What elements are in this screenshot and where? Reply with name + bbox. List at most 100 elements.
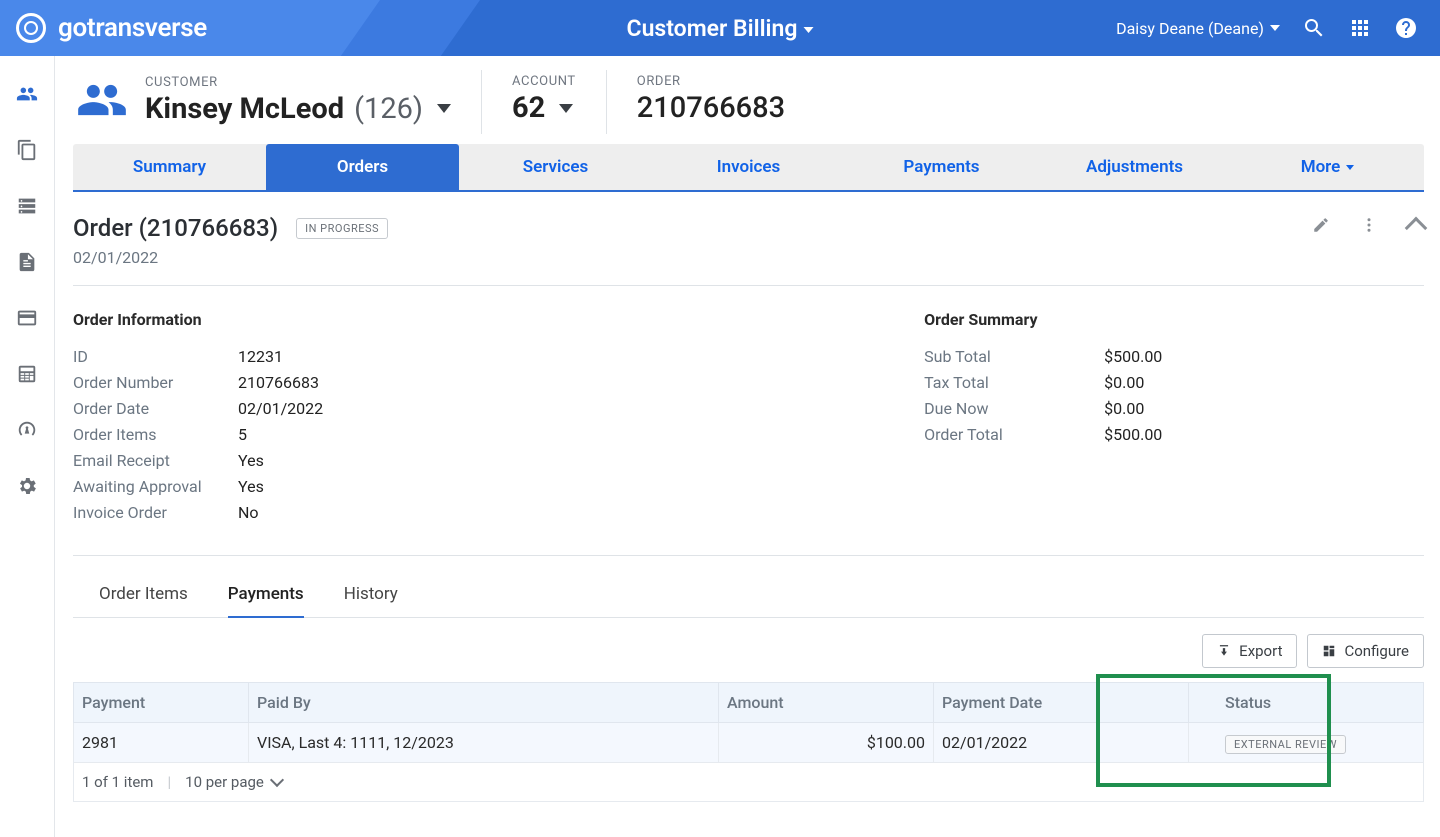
caret-down-icon (559, 104, 573, 113)
credit-card-icon (16, 307, 38, 329)
tab-adjustments[interactable]: Adjustments (1038, 144, 1231, 190)
kv-row: Order Number210766683 (73, 369, 924, 395)
order-header: Order (210766683) IN PROGRESS 02/01/2022 (73, 192, 1424, 286)
main-content: CUSTOMER Kinsey McLeod (126) ACCOUNT 62 … (55, 56, 1440, 837)
pencil-icon (1312, 216, 1330, 234)
per-page-label: 10 per page (185, 773, 264, 791)
order-summary-section: Order Summary Sub Total$500.00 Tax Total… (924, 310, 1424, 525)
context-customer: CUSTOMER Kinsey McLeod (126) (73, 70, 481, 134)
search-icon (1302, 16, 1326, 40)
sidebar-item-customers[interactable] (0, 70, 55, 118)
sidebar-item-document[interactable] (0, 238, 55, 286)
kv-row: Email ReceiptYes (73, 447, 924, 473)
kv-row: Invoice OrderNo (73, 499, 924, 525)
customers-icon (73, 74, 131, 126)
caret-down-icon (437, 104, 451, 113)
order-label: ORDER (637, 74, 785, 89)
subtab-history[interactable]: History (344, 570, 398, 618)
subtab-order-items[interactable]: Order Items (99, 570, 188, 618)
download-icon (1217, 644, 1231, 658)
col-status[interactable]: Status (1189, 683, 1424, 723)
order-info-section: Order Information ID12231 Order Number21… (73, 310, 924, 525)
kv-row: Due Now$0.00 (924, 395, 1424, 421)
kv-row: Awaiting ApprovalYes (73, 473, 924, 499)
context-order: ORDER 210766683 (606, 70, 815, 134)
status-chip: EXTERNAL REVIEW (1225, 735, 1346, 754)
top-bar: gotransverse Customer Billing Daisy Dean… (0, 0, 1440, 56)
cell-paid-by: VISA, Last 4: 1111, 12/2023 (249, 723, 719, 763)
collapse-button[interactable] (1408, 214, 1424, 236)
order-date: 02/01/2022 (73, 248, 388, 267)
customer-dropdown[interactable]: Kinsey McLeod (126) (145, 92, 451, 126)
caret-down-icon (803, 27, 813, 33)
chevron-up-icon (1405, 217, 1428, 240)
kv-row: Order Items5 (73, 421, 924, 447)
cell-status: EXTERNAL REVIEW (1189, 723, 1424, 763)
customer-label: CUSTOMER (145, 75, 451, 90)
customer-name: Kinsey McLeod (145, 92, 344, 126)
kv-row: Order Total$500.00 (924, 421, 1424, 447)
sidebar-item-card[interactable] (0, 294, 55, 342)
app-title-dropdown[interactable]: Customer Billing (627, 15, 814, 42)
tab-orders[interactable]: Orders (266, 144, 459, 190)
help-button[interactable] (1394, 16, 1418, 40)
col-paid-by[interactable]: Paid By (249, 683, 719, 723)
order-title: Order (210766683) (73, 214, 278, 242)
export-button[interactable]: Export (1202, 634, 1297, 668)
sidebar-item-settings[interactable] (0, 462, 55, 510)
sidebar-item-calc[interactable] (0, 350, 55, 398)
gear-icon (16, 475, 38, 497)
caret-down-icon (1346, 165, 1354, 170)
sidebar-item-servers[interactable] (0, 182, 55, 230)
col-payment[interactable]: Payment (74, 683, 249, 723)
tab-more[interactable]: More (1231, 144, 1424, 190)
chevron-down-icon (270, 773, 284, 787)
server-icon (16, 195, 38, 217)
brand-logo-icon (16, 13, 46, 43)
brand-name: gotransverse (58, 13, 207, 43)
cell-amount: $100.00 (719, 723, 934, 763)
tab-invoices[interactable]: Invoices (652, 144, 845, 190)
search-button[interactable] (1302, 16, 1326, 40)
layout-icon (1322, 644, 1336, 658)
more-actions-button[interactable] (1360, 216, 1378, 234)
sidebar (0, 56, 55, 837)
table-toolbar: Export Configure (73, 618, 1424, 682)
tab-more-label: More (1301, 157, 1341, 177)
row-count: 1 of 1 item (82, 773, 153, 791)
configure-button[interactable]: Configure (1307, 634, 1424, 668)
context-account: ACCOUNT 62 (481, 70, 606, 134)
main-tabs: Summary Orders Services Invoices Payment… (73, 144, 1424, 192)
export-label: Export (1239, 642, 1282, 660)
edit-button[interactable] (1312, 216, 1330, 234)
apps-button[interactable] (1348, 16, 1372, 40)
cell-payment: 2981 (74, 723, 249, 763)
kv-row: ID12231 (73, 343, 924, 369)
sidebar-item-dashboard[interactable] (0, 406, 55, 454)
order-summary-head: Order Summary (924, 310, 1424, 329)
users-icon (16, 83, 38, 105)
col-amount[interactable]: Amount (719, 683, 934, 723)
sidebar-item-copy[interactable] (0, 126, 55, 174)
account-dropdown[interactable]: 62 (512, 91, 576, 125)
context-row: CUSTOMER Kinsey McLeod (126) ACCOUNT 62 … (73, 70, 1424, 134)
table-row[interactable]: 2981 VISA, Last 4: 1111, 12/2023 $100.00… (74, 723, 1424, 763)
cell-payment-date: 02/01/2022 (934, 723, 1189, 763)
table-header-row: Payment Paid By Amount Payment Date Stat… (74, 683, 1424, 723)
kv-row: Tax Total$0.00 (924, 369, 1424, 395)
order-value: 210766683 (637, 91, 785, 125)
tab-services[interactable]: Services (459, 144, 652, 190)
payments-table: Payment Paid By Amount Payment Date Stat… (73, 682, 1424, 763)
subtab-payments[interactable]: Payments (228, 570, 304, 618)
col-payment-date[interactable]: Payment Date (934, 683, 1189, 723)
tab-summary[interactable]: Summary (73, 144, 266, 190)
order-status-badge: IN PROGRESS (296, 218, 388, 239)
user-menu[interactable]: Daisy Deane (Deane) (1116, 19, 1280, 38)
tab-payments[interactable]: Payments (845, 144, 1038, 190)
per-page-dropdown[interactable]: 10 per page (185, 773, 282, 791)
configure-label: Configure (1344, 642, 1409, 660)
calculator-icon (16, 363, 38, 385)
app-title: Customer Billing (627, 15, 798, 42)
table-footer: 1 of 1 item | 10 per page (73, 763, 1424, 802)
caret-down-icon (1270, 25, 1280, 31)
